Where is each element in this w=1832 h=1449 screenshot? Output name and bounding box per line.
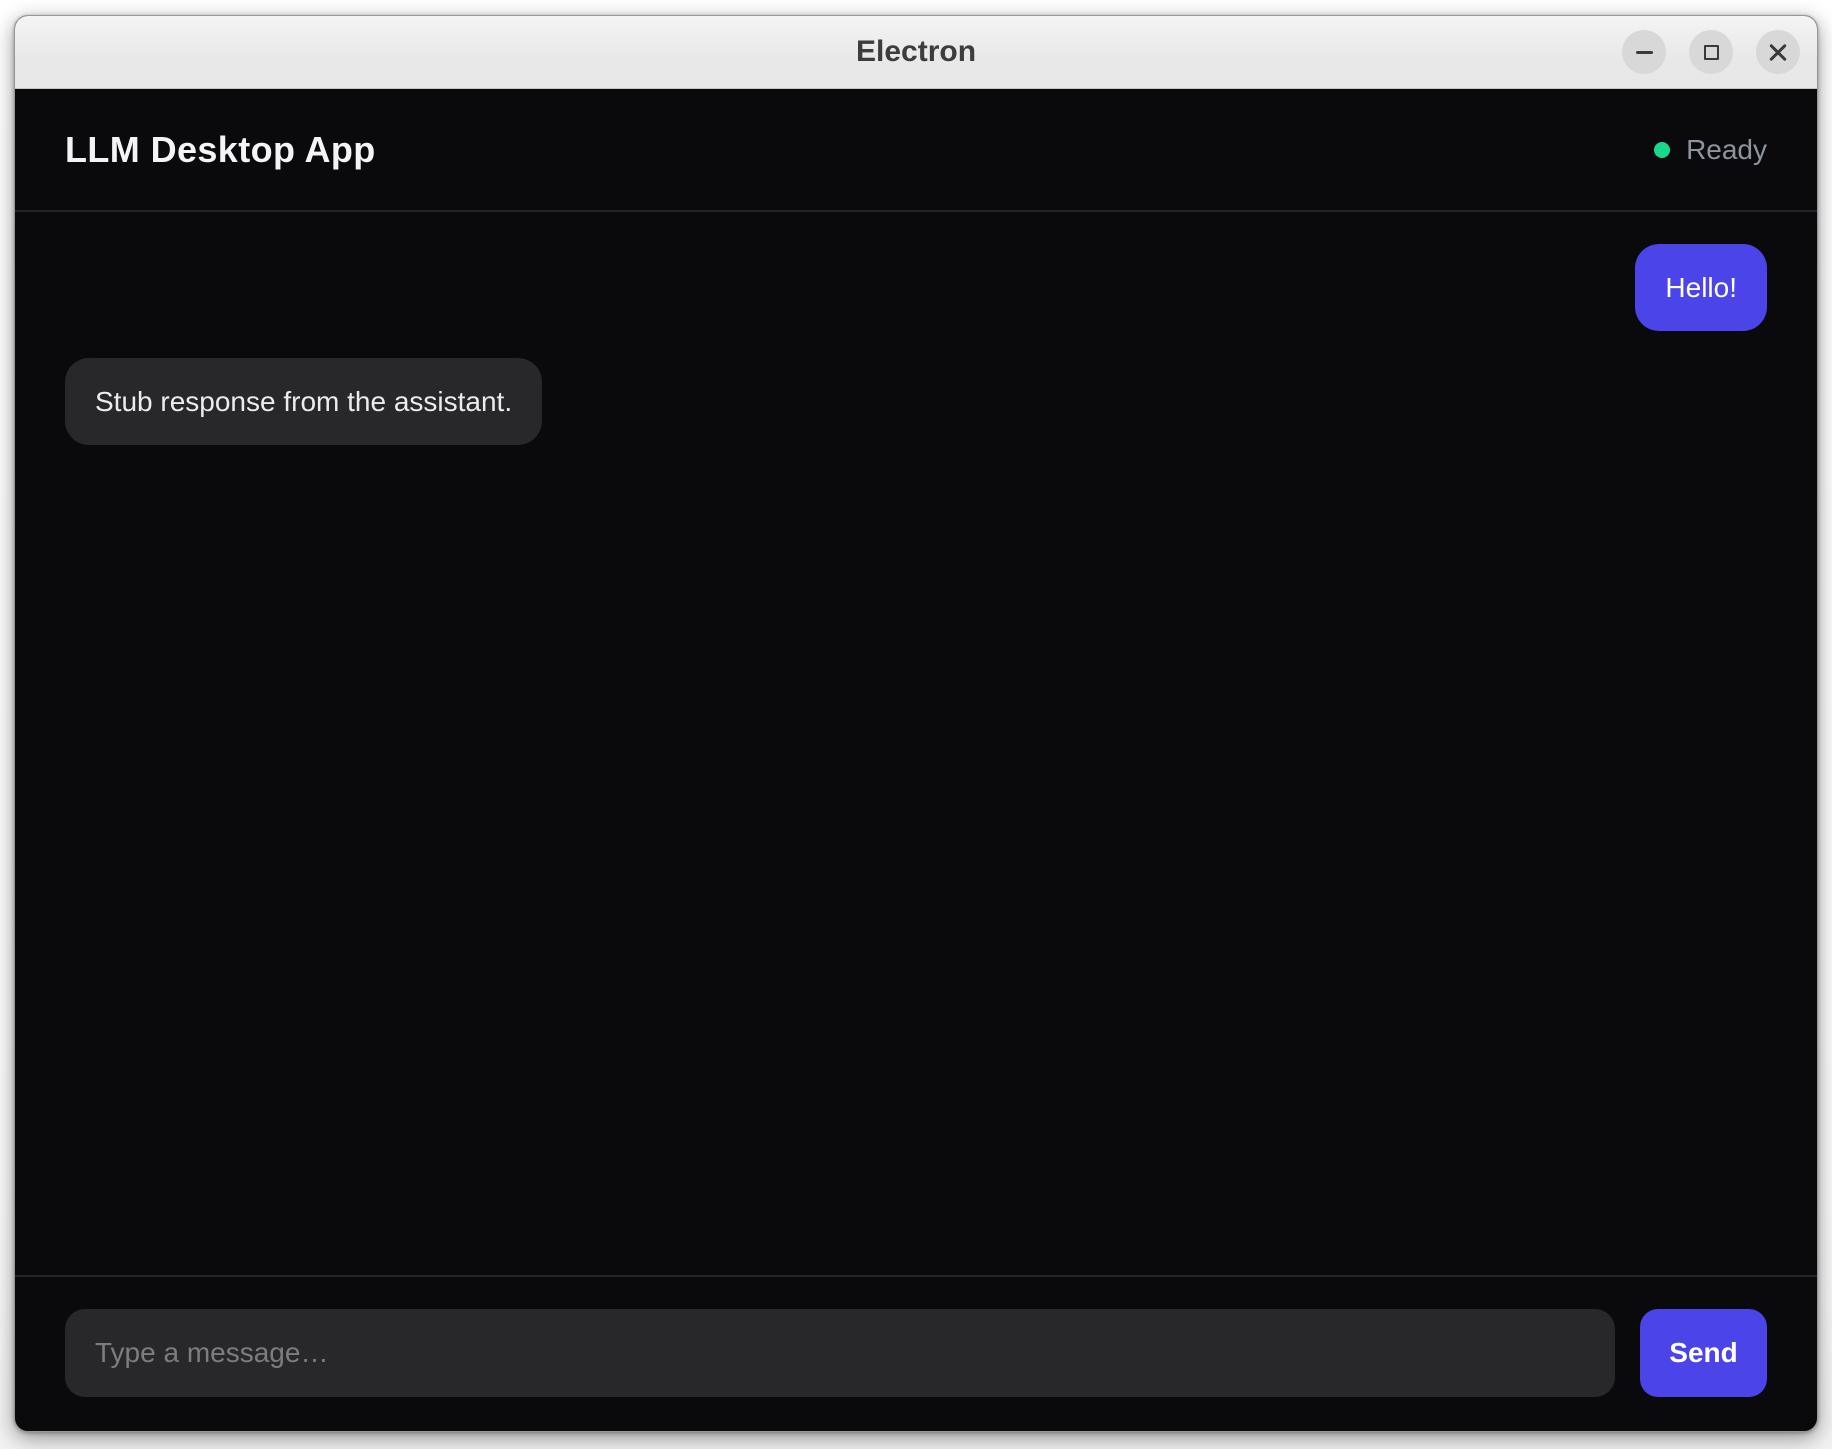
message-bubble-user: Hello! [1635,244,1767,331]
status-badge: Ready [1654,134,1767,166]
chat-area: Hello! Stub response from the assistant. [15,212,1817,1275]
maximize-icon [1704,45,1719,60]
composer: Send [15,1275,1817,1431]
window-title: Electron [15,35,1817,69]
message-input[interactable] [65,1309,1615,1397]
status-label: Ready [1686,134,1767,166]
page-title: LLM Desktop App [65,129,376,171]
titlebar[interactable]: Electron [15,16,1817,89]
window-controls [1622,30,1800,74]
app-header: LLM Desktop App Ready [15,89,1817,212]
maximize-button[interactable] [1689,30,1733,74]
minimize-button[interactable] [1622,30,1666,74]
send-button[interactable]: Send [1640,1309,1767,1397]
status-dot-icon [1654,142,1670,158]
close-icon [1767,41,1789,63]
close-button[interactable] [1756,30,1800,74]
app-window: Electron LLM Desktop App Ready Hello! St… [14,15,1818,1432]
minimize-icon [1636,51,1653,54]
message-bubble-assistant: Stub response from the assistant. [65,358,542,445]
